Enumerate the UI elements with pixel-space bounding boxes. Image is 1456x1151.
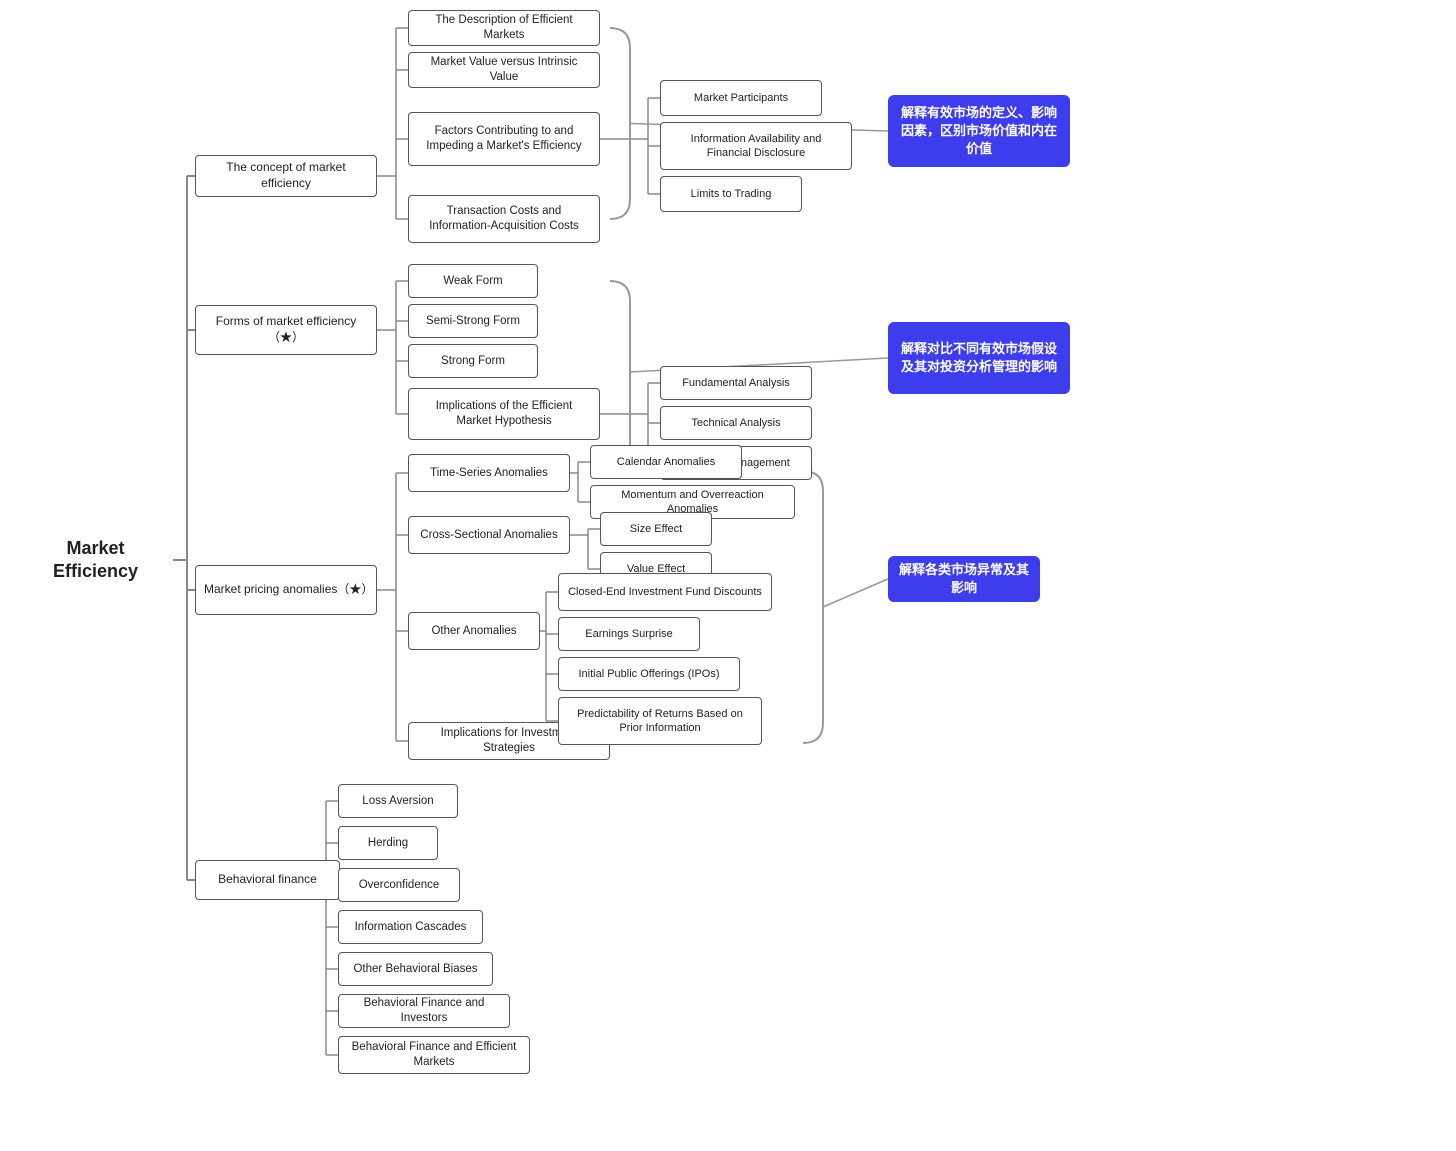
node-earnings_surprise: Earnings Surprise: [558, 617, 700, 651]
node-description: The Description of Efficient Markets: [408, 10, 600, 46]
node-technical: Technical Analysis: [660, 406, 812, 440]
node-other_anom: Other Anomalies: [408, 612, 540, 650]
node-limits_trading: Limits to Trading: [660, 176, 802, 212]
node-forms: Forms of market efficiency（★）: [195, 305, 377, 355]
node-strong: Strong Form: [408, 344, 538, 378]
node-bf_markets: Behavioral Finance and Efficient Markets: [338, 1036, 530, 1074]
node-accent3: 解释各类市场异常及其影响: [888, 556, 1040, 602]
node-pricing: Market pricing anomalies（★）: [195, 565, 377, 615]
node-root: Market Efficiency: [18, 535, 173, 585]
node-factors: Factors Contributing to and Impeding a M…: [408, 112, 600, 166]
node-weak: Weak Form: [408, 264, 538, 298]
node-tx_costs: Transaction Costs and Information-Acquis…: [408, 195, 600, 243]
node-other_biases: Other Behavioral Biases: [338, 952, 493, 986]
node-herding: Herding: [338, 826, 438, 860]
node-accent1: 解释有效市场的定义、影响因素，区别市场价值和内在价值: [888, 95, 1070, 167]
mind-map-canvas: Market Efficiency The concept of market e…: [0, 0, 1456, 1151]
node-info_cascades: Information Cascades: [338, 910, 483, 944]
node-semi: Semi-Strong Form: [408, 304, 538, 338]
node-info_availability: Information Availability and Financial D…: [660, 122, 852, 170]
node-size_effect: Size Effect: [600, 512, 712, 546]
node-closed_end: Closed-End Investment Fund Discounts: [558, 573, 772, 611]
node-predictability: Predictability of Returns Based on Prior…: [558, 697, 762, 745]
node-ipo: Initial Public Offerings (IPOs): [558, 657, 740, 691]
node-mkt_vs_intrinsic: Market Value versus Intrinsic Value: [408, 52, 600, 88]
node-behavioral: Behavioral finance: [195, 860, 340, 900]
node-timeseries: Time-Series Anomalies: [408, 454, 570, 492]
node-concept: The concept of market efficiency: [195, 155, 377, 197]
node-fundamental: Fundamental Analysis: [660, 366, 812, 400]
node-accent2: 解释对比不同有效市场假设及其对投资分析管理的影响: [888, 322, 1070, 394]
node-calendar: Calendar Anomalies: [590, 445, 742, 479]
node-overconfidence: Overconfidence: [338, 868, 460, 902]
node-crosssectional: Cross-Sectional Anomalies: [408, 516, 570, 554]
node-bf_investors: Behavioral Finance and Investors: [338, 994, 510, 1028]
node-implications_emh: Implications of the Efficient Market Hyp…: [408, 388, 600, 440]
node-loss_aversion: Loss Aversion: [338, 784, 458, 818]
node-mkt_participants: Market Participants: [660, 80, 822, 116]
